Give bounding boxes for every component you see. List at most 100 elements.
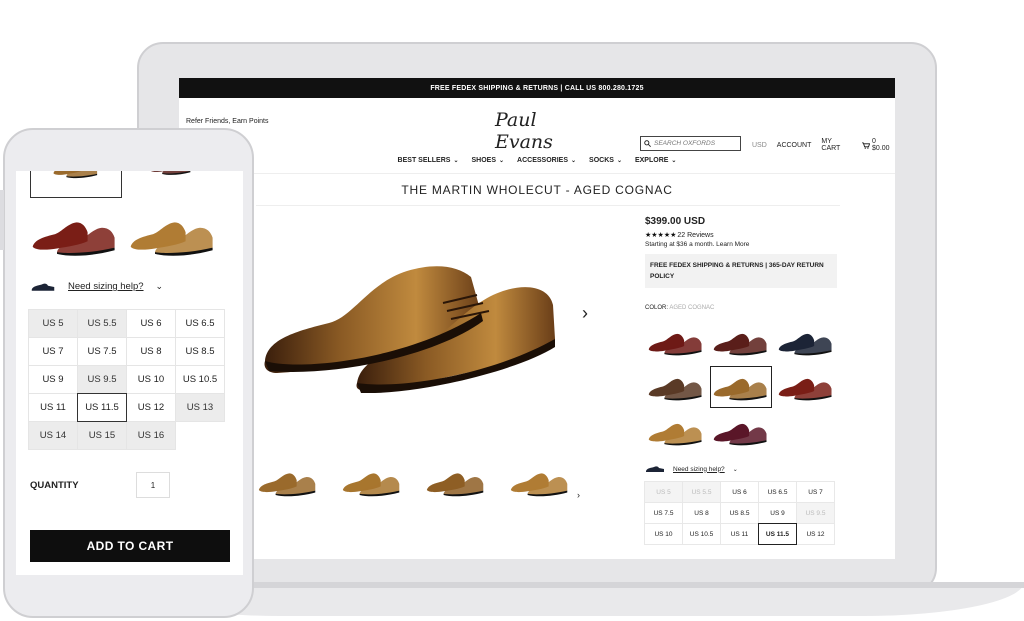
color-swatch[interactable] [710, 411, 772, 453]
size-option[interactable]: US 5.5 [77, 309, 127, 338]
cart-total: 0 $0.00 [872, 138, 890, 152]
chevron-down-icon: ⌄ [571, 158, 577, 164]
nav-explore[interactable]: EXPLORE ⌄ [635, 157, 676, 164]
size-option[interactable]: US 8.5 [720, 502, 759, 524]
size-option[interactable]: US 10.5 [175, 365, 225, 394]
nav-accessories[interactable]: ACCESSORIES ⌄ [517, 157, 576, 164]
selected-swatch-partial[interactable] [30, 171, 122, 198]
nav-label: SOCKS [589, 157, 614, 164]
color-swatch-partial[interactable] [126, 171, 216, 193]
thumbnail-image[interactable] [509, 460, 571, 504]
chevron-down-icon: ⌄ [453, 158, 459, 164]
image-next-arrow[interactable]: › [582, 303, 588, 324]
size-option[interactable]: US 6.5 [175, 309, 225, 338]
quantity-input[interactable]: 1 [136, 472, 170, 498]
size-option[interactable]: US 6 [126, 309, 176, 338]
account-link[interactable]: ACCOUNT [777, 142, 812, 149]
size-option[interactable]: US 8.5 [175, 337, 225, 366]
size-option[interactable]: US 11 [28, 393, 78, 422]
sizing-help-link[interactable]: Need sizing help? [68, 281, 144, 292]
color-label: COLOR: [645, 305, 669, 311]
device-mockup-stage: FREE FEDEX SHIPPING & RETURNS | CALL US … [0, 0, 1024, 621]
desktop-screen: FREE FEDEX SHIPPING & RETURNS | CALL US … [179, 78, 895, 559]
promo-topbar: FREE FEDEX SHIPPING & RETURNS | CALL US … [179, 78, 895, 98]
thumbnail-next-arrow[interactable]: › [577, 490, 580, 500]
rating-row[interactable]: ★★★★★ 22 Reviews [645, 231, 845, 240]
quantity-label: QUANTITY [30, 480, 79, 491]
search-box[interactable] [640, 136, 741, 151]
refer-friends-link[interactable]: Refer Friends, Earn Points [186, 118, 268, 125]
color-swatches [645, 321, 845, 453]
nav-label: SHOES [471, 157, 496, 164]
size-option[interactable]: US 12 [126, 393, 176, 422]
mobile-screen: Need sizing help? ⌄ US 5 US 5.5 US 6 US 6.5… [16, 171, 243, 575]
color-swatch[interactable] [775, 321, 837, 363]
cart-link[interactable]: MY CART [821, 138, 852, 152]
thumbnail-image[interactable] [257, 460, 319, 504]
size-option[interactable]: US 16 [126, 421, 176, 450]
size-option[interactable]: US 8 [682, 502, 721, 524]
color-swatch[interactable] [30, 211, 120, 259]
size-option[interactable]: US 10.5 [682, 523, 721, 545]
size-option[interactable]: US 9.5 [77, 365, 127, 394]
add-to-cart-button[interactable]: ADD TO CART [30, 530, 230, 562]
color-swatch[interactable] [645, 366, 707, 408]
size-option[interactable]: US 7 [796, 481, 835, 503]
cart-icon [862, 141, 871, 149]
nav-label: ACCESSORIES [517, 157, 568, 164]
star-icon: ★★★★★ [645, 232, 677, 239]
shoe-icon [31, 283, 55, 291]
color-swatch-selected[interactable] [710, 366, 772, 408]
thumbnail-image[interactable] [341, 460, 403, 504]
color-swatch[interactable] [645, 321, 707, 363]
chevron-down-icon: ⌄ [155, 281, 164, 291]
phone-side-button [0, 190, 4, 250]
size-option[interactable]: US 8 [126, 337, 176, 366]
size-option[interactable]: US 12 [796, 523, 835, 545]
nav-socks[interactable]: SOCKS ⌄ [589, 157, 622, 164]
size-option[interactable]: US 10 [644, 523, 683, 545]
chevron-down-icon: ⌄ [671, 158, 677, 164]
nav-best-sellers[interactable]: BEST SELLERS ⌄ [398, 157, 459, 164]
currency-selector[interactable]: USD [752, 142, 767, 149]
size-option[interactable]: US 9 [758, 502, 797, 524]
color-swatch[interactable] [775, 366, 837, 408]
size-option[interactable]: US 11.5 [758, 523, 797, 545]
brand-logo[interactable]: Paul Evans [495, 109, 579, 153]
sizing-help-link[interactable]: Need sizing help? [673, 466, 725, 473]
chevron-down-icon: ⌄ [499, 158, 505, 164]
mobile-sizing-help[interactable]: Need sizing help? ⌄ [30, 281, 163, 292]
size-option[interactable]: US 5 [644, 481, 683, 503]
size-option[interactable]: US 10 [126, 365, 176, 394]
size-option[interactable]: US 15 [77, 421, 127, 450]
color-swatch[interactable] [128, 211, 218, 259]
color-line: COLOR: AGED COGNAC [645, 305, 845, 311]
size-option[interactable]: US 9.5 [796, 502, 835, 524]
size-option[interactable]: US 13 [175, 393, 225, 422]
size-option[interactable]: US 7.5 [77, 337, 127, 366]
mobile-color-swatches [30, 211, 218, 259]
cart-summary[interactable]: 0 $0.00 [862, 138, 895, 152]
nav-shoes[interactable]: SHOES ⌄ [471, 157, 504, 164]
size-option[interactable]: US 6 [720, 481, 759, 503]
size-option[interactable]: US 11 [720, 523, 759, 545]
size-option[interactable]: US 5.5 [682, 481, 721, 503]
product-info-panel: $399.00 USD ★★★★★ 22 Reviews Starting at… [644, 216, 845, 545]
size-option[interactable]: US 7.5 [644, 502, 683, 524]
sizing-help[interactable]: Need sizing help? ⌄ [645, 465, 845, 473]
thumbnail-image[interactable] [425, 460, 487, 504]
color-swatch[interactable] [645, 411, 707, 453]
title-divider [256, 205, 840, 206]
size-option[interactable]: US 11.5 [77, 393, 127, 422]
size-option[interactable]: US 7 [28, 337, 78, 366]
product-title: THE MARTIN WHOLECUT - AGED COGNAC [401, 183, 673, 197]
size-option[interactable]: US 14 [28, 421, 78, 450]
product-price: $399.00 USD [645, 216, 706, 227]
size-option[interactable]: US 9 [28, 365, 78, 394]
shoe-thumbnail [31, 171, 121, 195]
size-option[interactable]: US 5 [28, 309, 78, 338]
color-swatch[interactable] [710, 321, 772, 363]
financing-text[interactable]: Starting at $36 a month. Learn More [645, 241, 845, 248]
search-input[interactable] [654, 140, 734, 147]
size-option[interactable]: US 6.5 [758, 481, 797, 503]
